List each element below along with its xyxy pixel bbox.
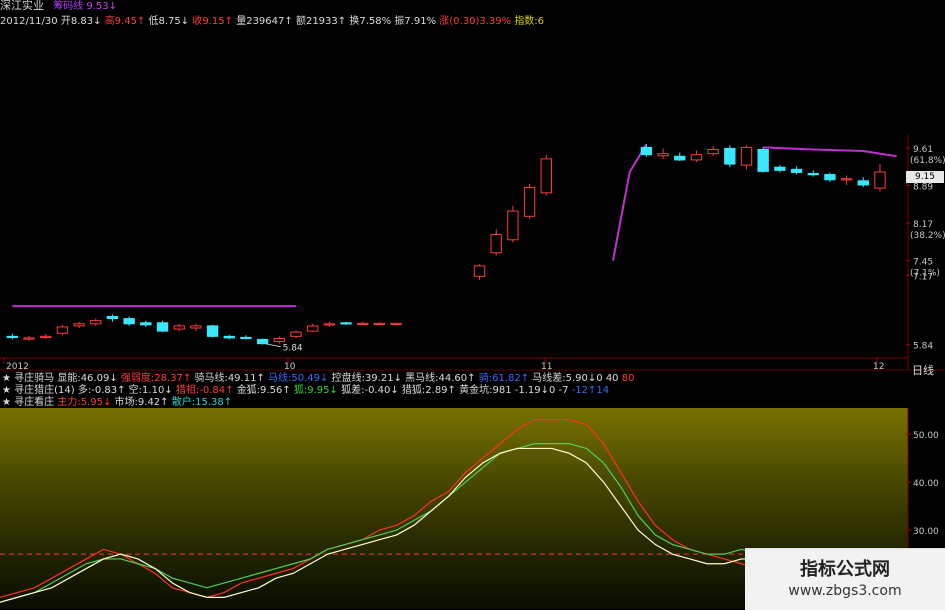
oscillator-chart: 50.0040.0030.0020.00 [0, 408, 939, 609]
indicator-row-b-0: ★ 寻庄猎庄(14) [2, 385, 78, 396]
oscillator-series-white [0, 447, 846, 603]
indicator-row-a-1: 显能:46.09↓ [57, 373, 121, 384]
indicator-row-a-3: 骑马线:49.11↑ [194, 373, 269, 384]
indicator-row-b-5: 狐:9.95↓ [293, 385, 342, 396]
indicator-row-a-2: 强弱度:28.37↑ [120, 373, 195, 384]
indicator-row-c-0: ★ 寻庄看庄 [2, 397, 58, 408]
sub-y-tick-label-1: 40.00 [913, 479, 939, 489]
indicator-row-c-3: 散户:15.38↑ [171, 397, 233, 408]
indicator-row-b-6: 狐差:-0.40↓ [341, 385, 402, 396]
indicator-row-b-2: 空:1.10↓ [128, 385, 176, 396]
sub-y-tick-label-2: 30.00 [913, 527, 939, 537]
quote-amplitude: 振7.91% [394, 16, 437, 27]
watermark-url: www.zbgs3.com [788, 583, 902, 599]
indicator-row-b-4: 金狐:9.56↑ [236, 385, 294, 396]
period-button[interactable]: 日线 [912, 362, 934, 378]
watermark: 指标公式网 www.zbgs3.com [745, 548, 945, 610]
indicator-row-b-1: 多:-0.83↑ [77, 385, 129, 396]
indicator-row-c-1: 主力:5.95↓ [57, 397, 115, 408]
quote-date: 2012/11/30 [0, 16, 58, 27]
current-price-tag: 9.15 [906, 171, 944, 183]
indicator-row-c-2: 市场:9.42↑ [114, 397, 172, 408]
indicator-row-a-0: ★ 寻庄骑马 [2, 373, 58, 384]
indicator-row-b-8: 黄金坑:981 [459, 385, 515, 396]
indicator-row-b-9: -1.19↓0 -7 [514, 385, 572, 396]
oscillator-series-red [0, 419, 845, 599]
index-label: 指数:6 [514, 16, 545, 27]
oscillator-series-green [0, 443, 846, 603]
chip-line-value: 9.53↓ [86, 1, 118, 12]
quote-open: 开8.83↓ [60, 16, 102, 27]
quote-change: 涨(0.30)3.39% [439, 16, 512, 27]
indicator-row-b-3: 猎相:-0.84↑ [175, 385, 237, 396]
sub-y-tick-label-0: 50.00 [913, 431, 939, 441]
quote-close: 收9.15↑ [192, 16, 234, 27]
indicator-row-a-5: 控盘线:39.21↓ [331, 373, 406, 384]
indicator-row-a-8: 马线差:5.90↓0 40 [532, 373, 622, 384]
indicator-row-a-6: 黑马线:44.60↑ [405, 373, 479, 384]
quote-low: 低8.75↓ [148, 16, 190, 27]
quote-volume: 量239647↑ [236, 16, 293, 27]
stock-name[interactable]: 深江实业 [0, 0, 44, 12]
chip-line-label[interactable]: 筹码线 [53, 1, 83, 12]
indicator-row-a-7: 骑:61.82↑ [478, 373, 533, 384]
header-row-2: 2012/11/30 开8.83↓ 高9.45↑ 低8.75↓ 收9.15↑ 量… [0, 16, 544, 28]
quote-turnover: 换7.58% [349, 16, 392, 27]
indicator-row-hunt: ★ 寻庄猎庄(14) 多:-0.83↑ 空:1.10↓ 猎相:-0.84↑ 金狐… [2, 385, 609, 397]
quote-high: 高9.45↑ [104, 16, 146, 27]
indicator-row-watch: ★ 寻庄看庄 主力:5.95↓ 市场:9.42↑ 散户:15.38↑ [2, 397, 232, 409]
indicator-row-b-10: -12↑14 [571, 385, 610, 396]
header-row-1: 深江实业 筹码线 9.53↓ [0, 0, 117, 13]
indicator-row-b-7: 猎狐:2.89↑ [401, 385, 460, 396]
indicator-row-horse: ★ 寻庄骑马 显能:46.09↓ 强弱度:28.37↑ 骑马线:49.11↑ 马… [2, 373, 634, 385]
indicator-row-a-4: 马线:50.49↓ [268, 373, 332, 384]
watermark-title: 指标公式网 [800, 559, 890, 580]
quote-amount: 额21933↑ [295, 16, 347, 27]
indicator-row-a-9: 80 [621, 373, 635, 384]
